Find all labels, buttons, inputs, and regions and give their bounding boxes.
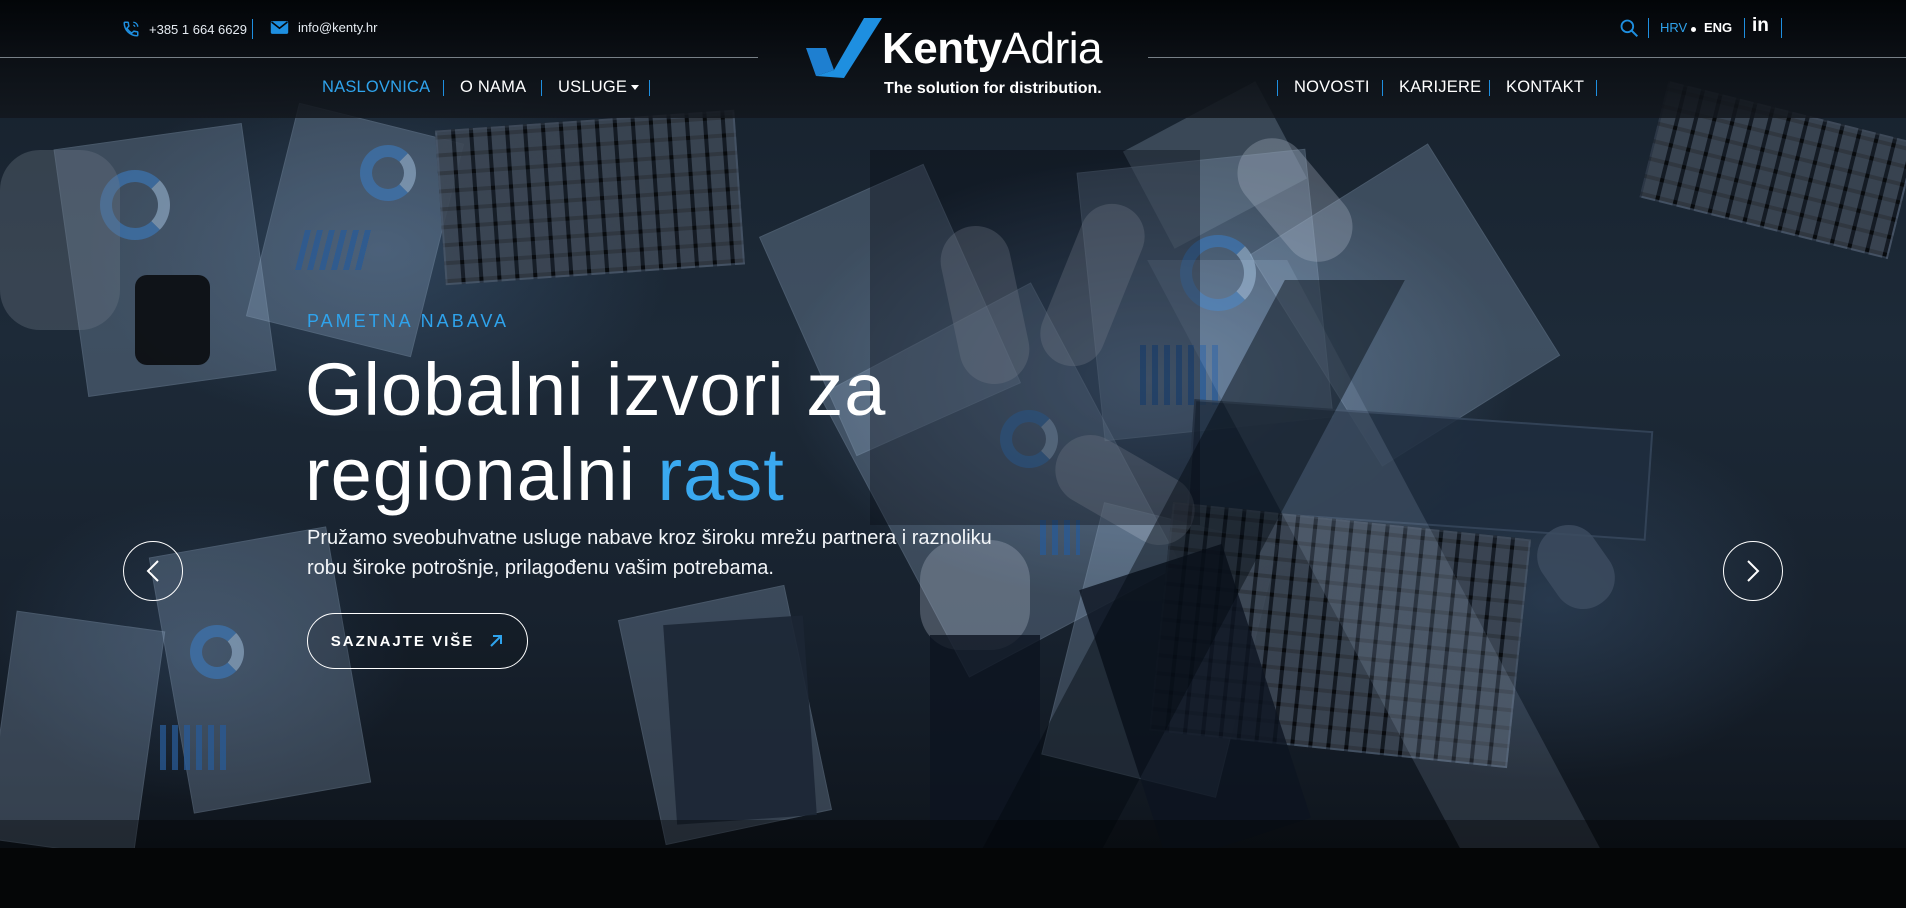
nav-o-nama[interactable]: O NAMA: [460, 78, 526, 97]
nav-usluge[interactable]: USLUGE: [558, 78, 640, 97]
hero-headline: Globalni izvori za regionalni rast: [305, 347, 886, 517]
nav-separator: [443, 80, 444, 96]
mail-icon: [270, 21, 289, 34]
nav-novosti[interactable]: NOVOSTI: [1294, 78, 1370, 97]
utility-separator: [1781, 18, 1782, 38]
learn-more-button[interactable]: SAZNAJTE VIŠE: [307, 613, 528, 669]
learn-more-label: SAZNAJTE VIŠE: [330, 632, 475, 650]
nav-naslovnica[interactable]: NASLOVNICA: [322, 78, 430, 97]
logo-check-mark: [806, 18, 882, 78]
nav-separator: [541, 80, 542, 96]
email-link[interactable]: info@kenty.hr: [270, 20, 377, 35]
header-divider-right: [1148, 57, 1906, 58]
nav-separator: [1277, 80, 1278, 96]
chevron-left-icon: [146, 560, 159, 582]
nav-separator: [1382, 80, 1383, 96]
nav-karijere[interactable]: KARIJERE: [1399, 78, 1481, 97]
nav-separator: [1489, 80, 1490, 96]
email-address: info@kenty.hr: [298, 20, 378, 35]
utility-separator: [1648, 18, 1649, 38]
lang-eng[interactable]: ENG: [1704, 20, 1732, 35]
utility-separator: [1744, 18, 1745, 38]
search-icon[interactable]: [1619, 18, 1639, 38]
carousel-next-button[interactable]: [1723, 541, 1783, 601]
nav-separator: [649, 80, 650, 96]
nav-separator: [1596, 80, 1597, 96]
nav-kontakt[interactable]: KONTAKT: [1506, 78, 1584, 97]
headline-accent: rast: [657, 433, 785, 516]
hero-lead-text: Pružamo sveobuhvatne usluge nabave kroz …: [307, 527, 992, 579]
arrow-up-right-icon: [490, 635, 503, 647]
logo-tagline: The solution for distribution.: [884, 80, 1102, 97]
logo-wordmark: KentyAdria: [882, 24, 1102, 73]
caret-down-icon: [631, 85, 640, 91]
hero-background-image: [0, 0, 1906, 848]
phone-link[interactable]: +385 1 664 6629: [122, 20, 247, 38]
chevron-right-icon: [1747, 560, 1760, 582]
page: +385 1 664 6629 info@kenty.hr KentyAdria…: [0, 0, 1906, 908]
headline-line-2: regionalni: [305, 433, 658, 516]
phone-icon: [123, 21, 139, 37]
linkedin-icon[interactable]: in: [1752, 15, 1769, 37]
carousel-prev-button[interactable]: [123, 541, 183, 601]
header-divider-left: [0, 57, 758, 58]
headline-line-1: Globalni izvori za: [305, 348, 887, 431]
phone-number: +385 1 664 6629: [149, 21, 247, 37]
site-header: +385 1 664 6629 info@kenty.hr KentyAdria…: [0, 0, 1906, 118]
lang-dot: [1691, 27, 1696, 32]
hero-eyebrow: PAMETNA NABAVA: [307, 311, 510, 331]
contact-separator: [252, 19, 253, 39]
lang-hrv[interactable]: HRV: [1660, 20, 1687, 35]
